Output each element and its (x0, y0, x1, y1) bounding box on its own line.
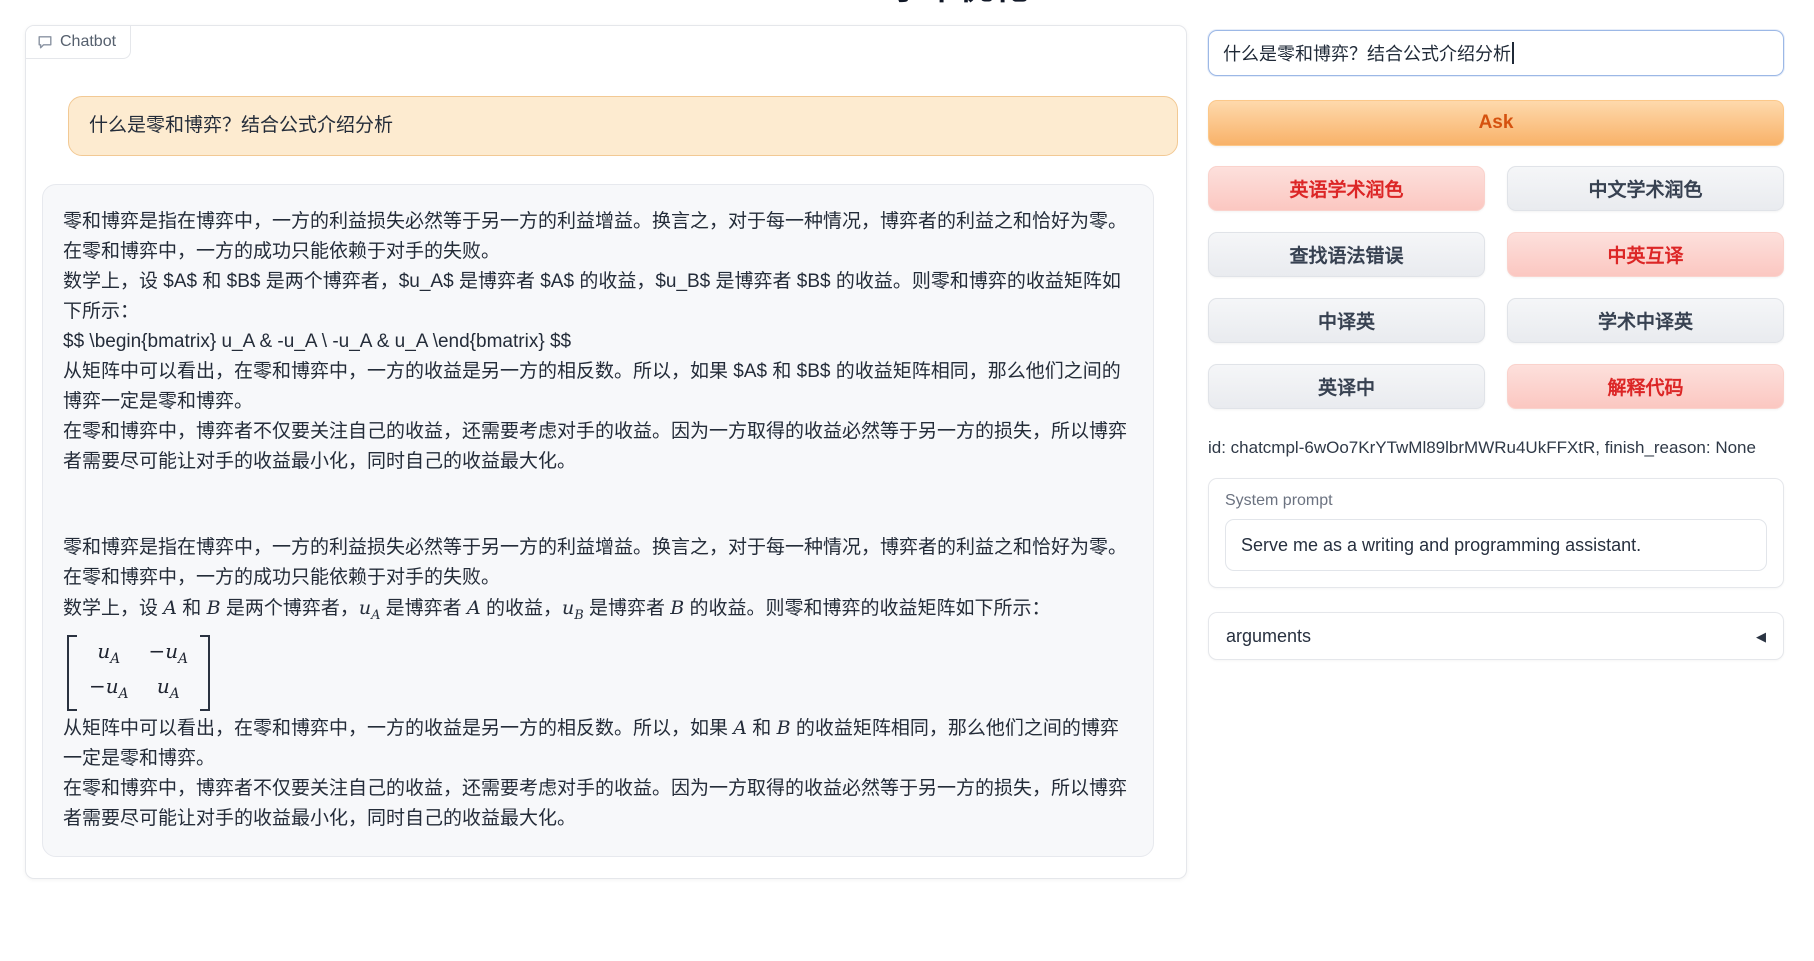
accordion-collapsed-arrow-icon: ◀ (1756, 630, 1766, 643)
control-column: 什么是零和博弈？结合公式介绍分析 Ask 英语学术润色 中文学术润色 查找语法错… (1208, 30, 1784, 660)
btn-academic-zh-to-en[interactable]: 学术中译英 (1507, 298, 1784, 343)
user-message-text: 什么是零和博弈？结合公式介绍分析 (89, 115, 393, 136)
btn-find-grammar-errors[interactable]: 查找语法错误 (1208, 232, 1485, 277)
payoff-matrix: uA−uA−uAuA (67, 635, 210, 711)
btn-chinese-academic-polish[interactable]: 中文学术润色 (1507, 166, 1784, 211)
arguments-accordion[interactable]: arguments ◀ (1208, 612, 1784, 660)
query-input[interactable]: 什么是零和博弈？结合公式介绍分析 (1208, 30, 1784, 76)
response-status-line: id: chatcmpl-6wOo7KrYTwMl89lbrMWRu4UkFFX… (1208, 438, 1784, 458)
matrix-cells: uA−uA−uAuA (77, 635, 200, 711)
system-prompt-label: System prompt (1225, 492, 1767, 510)
matrix-right-bracket (200, 635, 210, 711)
paragraph-gap (63, 477, 1133, 533)
chat-scroll-area[interactable]: 什么是零和博弈？结合公式介绍分析 零和博弈是指在博弈中，一方的利益损失必然等于另… (26, 64, 1186, 878)
text-cursor (1512, 42, 1514, 64)
quick-actions-grid: 英语学术润色 中文学术润色 查找语法错误 中英互译 中译英 学术中译英 英译中 … (1208, 166, 1784, 409)
bot-message: 零和博弈是指在博弈中，一方的利益损失必然等于另一方的利益增益。换言之，对于每一种… (42, 184, 1154, 857)
system-prompt-value: Serve me as a writing and programming as… (1241, 535, 1641, 556)
arguments-accordion-label: arguments (1226, 626, 1311, 647)
system-prompt-card: System prompt Serve me as a writing and … (1208, 478, 1784, 588)
chatbot-component-label: Chatbot (26, 26, 131, 59)
matrix-left-bracket (67, 635, 77, 711)
bot-raw-latex-text: 零和博弈是指在博弈中，一方的利益损失必然等于另一方的利益增益。换言之，对于每一种… (63, 207, 1133, 477)
bot-rendered-outro-text: 从矩阵中可以看出，在零和博弈中，一方的收益是另一方的相反数。所以，如果 A 和 … (63, 713, 1133, 834)
chatbot-label-text: Chatbot (60, 33, 116, 51)
btn-english-academic-polish[interactable]: 英语学术润色 (1208, 166, 1485, 211)
btn-zh-to-en[interactable]: 中译英 (1208, 298, 1485, 343)
chatbot-panel: Chatbot 什么是零和博弈？结合公式介绍分析 零和博弈是指在博弈中，一方的利… (25, 25, 1187, 879)
query-input-value: 什么是零和博弈？结合公式介绍分析 (1223, 40, 1511, 66)
chat-bubble-icon (37, 34, 53, 50)
ask-button[interactable]: Ask (1208, 100, 1784, 146)
page-title-partial: 学术优化 (884, 0, 1034, 9)
system-prompt-input[interactable]: Serve me as a writing and programming as… (1225, 519, 1767, 571)
user-message: 什么是零和博弈？结合公式介绍分析 (68, 96, 1178, 156)
bot-rendered-intro-text: 零和博弈是指在博弈中，一方的利益损失必然等于另一方的利益增益。换言之，对于每一种… (63, 533, 1133, 631)
btn-explain-code[interactable]: 解释代码 (1507, 364, 1784, 409)
btn-en-to-zh[interactable]: 英译中 (1208, 364, 1485, 409)
btn-zh-en-mutual-translate[interactable]: 中英互译 (1507, 232, 1784, 277)
